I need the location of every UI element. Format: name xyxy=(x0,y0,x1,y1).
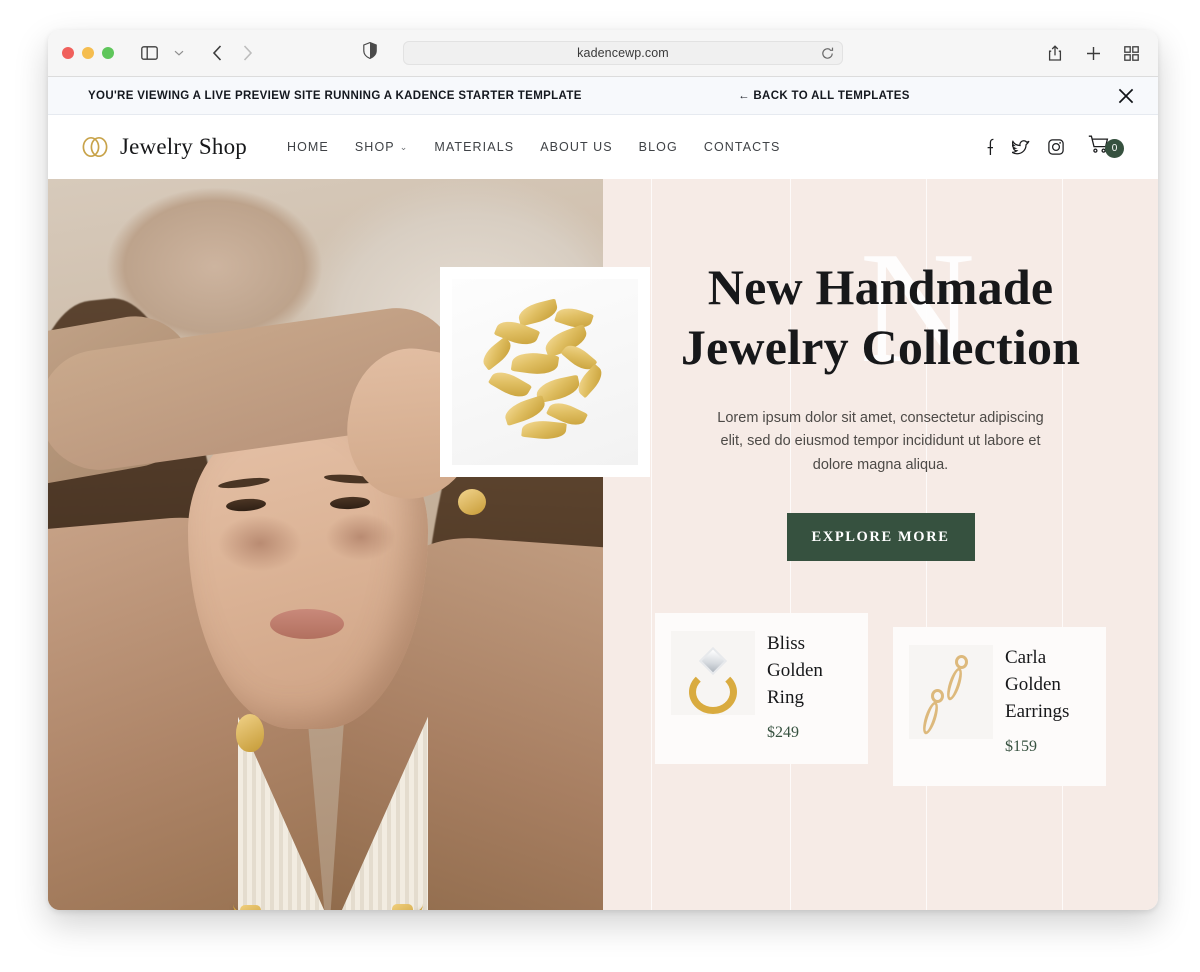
hero-section: N New Handmade Jewelry Collection Lorem … xyxy=(48,179,1158,910)
featured-ring-card xyxy=(440,267,650,477)
hero-content: N New Handmade Jewelry Collection Lorem … xyxy=(603,179,1158,910)
privacy-shield-icon[interactable] xyxy=(363,41,377,64)
close-icon[interactable] xyxy=(1116,86,1136,106)
featured-ring-image xyxy=(452,279,638,465)
nav-item-home[interactable]: HOME xyxy=(287,140,329,154)
maximize-window-button[interactable] xyxy=(102,47,114,59)
toolbar-left-group xyxy=(136,41,260,65)
plus-icon[interactable] xyxy=(1080,41,1106,65)
share-icon[interactable] xyxy=(1042,41,1068,65)
site-header: Jewelry Shop HOME SHOP ⌄ MATERIALS ABOUT… xyxy=(48,115,1158,179)
product-name: Bliss Golden Ring xyxy=(767,633,823,709)
nav-item-about-us[interactable]: ABOUT US xyxy=(540,140,612,154)
minimize-window-button[interactable] xyxy=(82,47,94,59)
browser-window: kadencewp.com YOU'RE VIEWING A LIVE PREV… xyxy=(48,30,1158,910)
nav-label: BLOG xyxy=(638,140,678,154)
nav-label: SHOP xyxy=(354,140,395,154)
gold-earrings-thumbnail xyxy=(909,645,993,740)
cart-count-badge: 0 xyxy=(1105,138,1124,158)
header-actions: 0 xyxy=(983,135,1124,159)
site-logo[interactable]: Jewelry Shop xyxy=(80,134,247,160)
preview-notice-text: YOU'RE VIEWING A LIVE PREVIEW SITE RUNNI… xyxy=(88,89,582,102)
tab-grid-icon[interactable] xyxy=(1118,41,1144,65)
forward-arrow-icon[interactable] xyxy=(234,41,260,65)
nav-item-shop[interactable]: SHOP ⌄ xyxy=(355,140,408,154)
url-text: kadencewp.com xyxy=(577,46,669,60)
sidebar-icon[interactable] xyxy=(136,41,162,65)
product-info: Carla Golden Earrings $159 xyxy=(1005,645,1090,756)
hero-title: New Handmade Jewelry Collection xyxy=(680,259,1081,375)
necklace-beads xyxy=(238,879,418,910)
nav-label: CONTACTS xyxy=(703,140,781,154)
chevron-down-icon: ⌄ xyxy=(399,141,409,152)
browser-toolbar: kadencewp.com xyxy=(48,30,1158,77)
product-info: Bliss Golden Ring $249 xyxy=(767,631,852,742)
nav-label: ABOUT US xyxy=(540,140,613,154)
nav-item-blog[interactable]: BLOG xyxy=(639,140,678,154)
product-card[interactable]: Bliss Golden Ring $249 xyxy=(655,613,868,765)
model-hand-ring xyxy=(458,489,486,515)
nav-label: HOME xyxy=(286,140,329,154)
main-navigation: HOME SHOP ⌄ MATERIALS ABOUT US BLOG CONT… xyxy=(287,140,780,154)
product-name: Carla Golden Earrings xyxy=(1005,647,1070,723)
close-window-button[interactable] xyxy=(62,47,74,59)
preview-notice-bar: YOU'RE VIEWING A LIVE PREVIEW SITE RUNNI… xyxy=(48,77,1158,115)
interlocking-rings-icon xyxy=(80,136,110,158)
site-title: Jewelry Shop xyxy=(120,134,247,159)
gold-ring-thumbnail xyxy=(671,631,755,716)
twitter-icon[interactable] xyxy=(1012,139,1030,155)
instagram-icon[interactable] xyxy=(1048,139,1064,155)
toolbar-right-group xyxy=(1042,41,1144,65)
back-arrow-icon[interactable] xyxy=(204,41,230,65)
explore-more-button[interactable]: EXPLORE MORE xyxy=(786,513,975,562)
hero-subtitle: Lorem ipsum dolor sit amet, consectetur … xyxy=(717,410,1044,473)
product-card[interactable]: Carla Golden Earrings $159 xyxy=(893,627,1106,787)
window-controls xyxy=(62,47,114,59)
product-price: $249 xyxy=(767,724,799,742)
url-input[interactable]: kadencewp.com xyxy=(403,41,843,65)
nav-item-contacts[interactable]: CONTACTS xyxy=(704,140,781,154)
cart-button[interactable]: 0 xyxy=(1088,135,1124,159)
product-price: $159 xyxy=(1005,738,1037,756)
model-earring xyxy=(236,714,264,752)
back-to-all-templates-link[interactable]: ← BACK TO ALL TEMPLATES xyxy=(738,90,910,102)
featured-products-row: Bliss Golden Ring $249 Carla Golden Earr… xyxy=(655,613,1106,787)
chevron-down-icon[interactable] xyxy=(166,41,192,65)
nav-item-materials[interactable]: MATERIALS xyxy=(434,140,514,154)
nav-label: MATERIALS xyxy=(434,140,515,154)
facebook-icon[interactable] xyxy=(983,138,994,156)
reload-icon[interactable] xyxy=(821,47,834,60)
